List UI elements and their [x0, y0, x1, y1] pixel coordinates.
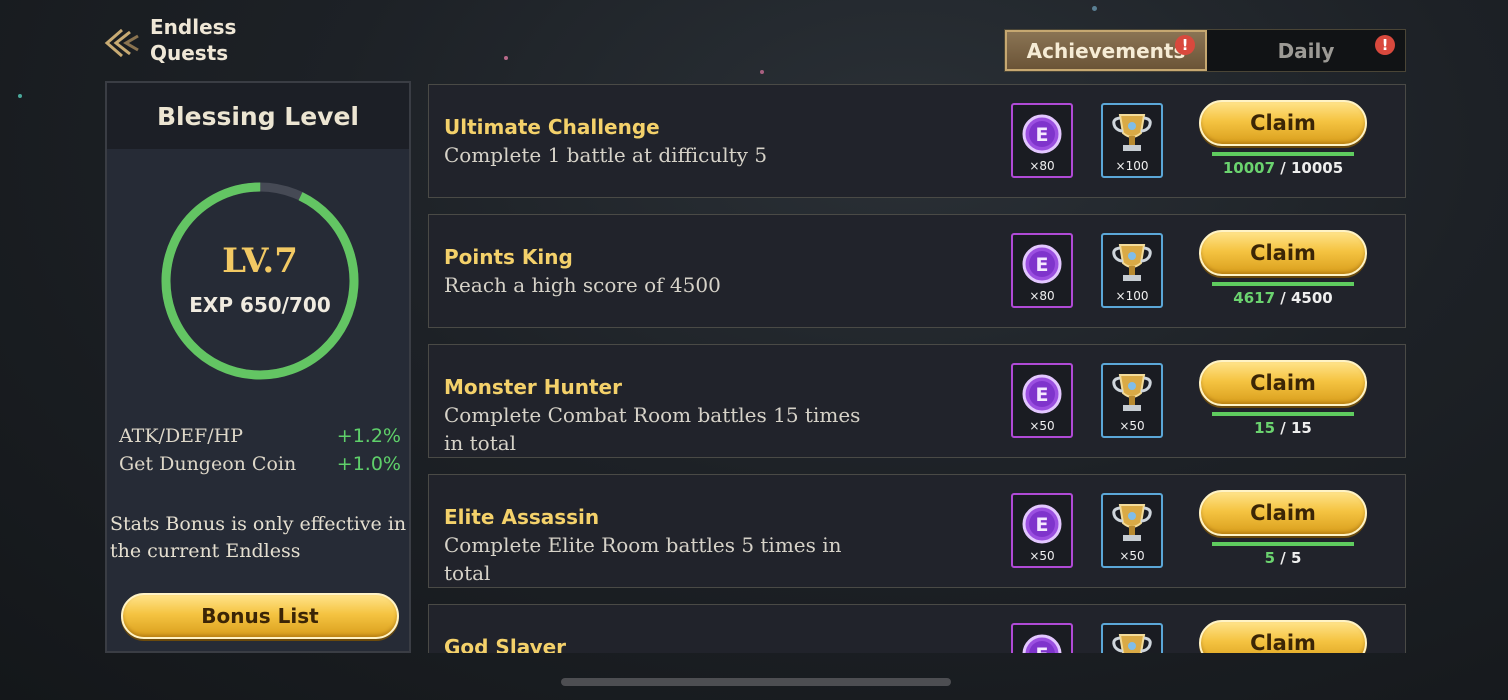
reward-trophy[interactable]: ×50	[1101, 363, 1163, 438]
reward-count: ×100	[1115, 159, 1149, 173]
stat-value: +1.2%	[336, 425, 401, 447]
quest-name: Monster Hunter	[444, 375, 622, 399]
claim-button[interactable]: Claim	[1199, 230, 1367, 276]
progress-text: 10007 / 10005	[1199, 159, 1367, 177]
progress-target: / 10005	[1280, 159, 1344, 177]
quest-description: Complete Elite Room battles 5 times in t…	[444, 533, 842, 585]
chevron-left-icon	[104, 28, 139, 58]
alert-icon: !	[1375, 35, 1395, 55]
stat-label: Get Dungeon Coin	[119, 453, 297, 475]
svg-text:E: E	[1036, 644, 1049, 653]
claim-button[interactable]: Claim	[1199, 100, 1367, 146]
stat-row: ATK/DEF/HP +1.2%	[119, 425, 401, 447]
tab-bar: Achievements ! Daily !	[1004, 29, 1406, 72]
alert-icon: !	[1175, 35, 1195, 55]
home-indicator[interactable]	[561, 678, 951, 686]
progress-current: 5	[1264, 549, 1276, 567]
e-coin-icon: E	[1022, 634, 1062, 653]
reward-coin[interactable]: E ×80	[1011, 103, 1073, 178]
blessing-exp: EXP 650/700	[189, 293, 331, 317]
reward-trophy[interactable]: ×50	[1101, 493, 1163, 568]
svg-text:E: E	[1036, 514, 1049, 536]
svg-text:E: E	[1036, 254, 1049, 276]
tab-achievements[interactable]: Achievements !	[1005, 30, 1207, 71]
reward-count: ×50	[1119, 419, 1145, 433]
progress-current: 15	[1254, 419, 1276, 437]
progress-target: / 4500	[1280, 289, 1333, 307]
reward-count: ×80	[1029, 159, 1055, 173]
blessing-level: LV.7	[222, 241, 298, 281]
reward-count: ×100	[1115, 289, 1149, 303]
quest-name: Points King	[444, 245, 573, 269]
trophy-icon	[1112, 504, 1152, 541]
stat-label: ATK/DEF/HP	[119, 425, 243, 447]
quest-name: Elite Assassin	[444, 505, 600, 529]
progress-text: 15 / 15	[1199, 419, 1367, 437]
page-title: Endless Quests	[150, 14, 236, 66]
quest-description: Complete 1 battle at difficulty 5	[444, 143, 768, 167]
page-title-line2: Quests	[150, 41, 229, 65]
background-speck	[1092, 6, 1097, 11]
quest-name: God Slayer	[444, 635, 567, 653]
claim-button[interactable]: Claim	[1199, 360, 1367, 406]
page-title-line1: Endless	[150, 15, 237, 39]
svg-text:E: E	[1036, 384, 1049, 406]
trophy-icon	[1112, 634, 1152, 653]
quest-name: Ultimate Challenge	[444, 115, 660, 139]
progress-current: 10007	[1222, 159, 1276, 177]
stat-row: Get Dungeon Coin +1.0%	[119, 453, 401, 475]
quest-description: Complete Combat Room battles 15 times in…	[444, 403, 861, 455]
quest-list[interactable]: Ultimate Challenge Complete 1 battle at d…	[428, 84, 1406, 653]
stat-value: +1.0%	[336, 453, 401, 475]
progress-bar	[1212, 412, 1354, 416]
tab-daily[interactable]: Daily !	[1207, 30, 1405, 71]
e-coin-icon: E	[1022, 114, 1062, 154]
background-speck	[760, 70, 764, 74]
svg-text:E: E	[1036, 124, 1049, 146]
quest-description: Reach a high score of 4500	[444, 273, 721, 297]
trophy-icon	[1112, 244, 1152, 281]
e-coin-icon: E	[1022, 374, 1062, 414]
progress-text: 5 / 5	[1199, 549, 1367, 567]
tab-achievements-label: Achievements	[1026, 38, 1186, 63]
trophy-icon	[1112, 114, 1152, 151]
claim-button[interactable]: Claim	[1199, 620, 1367, 653]
reward-trophy[interactable]: ×100	[1101, 103, 1163, 178]
back-button[interactable]	[104, 28, 140, 58]
quest-row: God Slayer E Claim	[428, 604, 1406, 653]
blessing-panel: Blessing Level LV.7 EXP 650/700 ATK/DEF/…	[105, 81, 411, 653]
reward-coin[interactable]: E	[1011, 623, 1073, 653]
background-speck	[504, 56, 508, 60]
progress-current: 4617	[1233, 289, 1276, 307]
quest-row: Monster Hunter Complete Combat Room battl…	[428, 344, 1406, 458]
reward-count: ×50	[1029, 419, 1055, 433]
background-speck	[18, 94, 22, 98]
reward-trophy[interactable]	[1101, 623, 1163, 653]
progress-bar	[1212, 542, 1354, 546]
quest-row: Ultimate Challenge Complete 1 battle at d…	[428, 84, 1406, 198]
reward-trophy[interactable]: ×100	[1101, 233, 1163, 308]
bonus-list-button[interactable]: Bonus List	[121, 593, 399, 639]
progress-target: / 15	[1280, 419, 1312, 437]
blessing-note: Stats Bonus is only effective in the cur…	[110, 513, 407, 562]
tab-daily-label: Daily	[1277, 38, 1335, 63]
exp-progress-ring	[161, 182, 359, 380]
e-coin-icon: E	[1022, 504, 1062, 544]
progress-bar	[1212, 282, 1354, 286]
blessing-title: Blessing Level	[107, 83, 409, 149]
progress-text: 4617 / 4500	[1199, 289, 1367, 307]
reward-coin[interactable]: E ×80	[1011, 233, 1073, 308]
progress-bar	[1212, 152, 1354, 156]
progress-target: / 5	[1280, 549, 1302, 567]
reward-coin[interactable]: E ×50	[1011, 493, 1073, 568]
claim-button[interactable]: Claim	[1199, 490, 1367, 536]
reward-count: ×50	[1119, 549, 1145, 563]
trophy-icon	[1112, 374, 1152, 411]
reward-coin[interactable]: E ×50	[1011, 363, 1073, 438]
reward-count: ×80	[1029, 289, 1055, 303]
quest-row: Points King Reach a high score of 4500 E ×8…	[428, 214, 1406, 328]
reward-count: ×50	[1029, 549, 1055, 563]
e-coin-icon: E	[1022, 244, 1062, 284]
quest-row: Elite Assassin Complete Elite Room battle…	[428, 474, 1406, 588]
